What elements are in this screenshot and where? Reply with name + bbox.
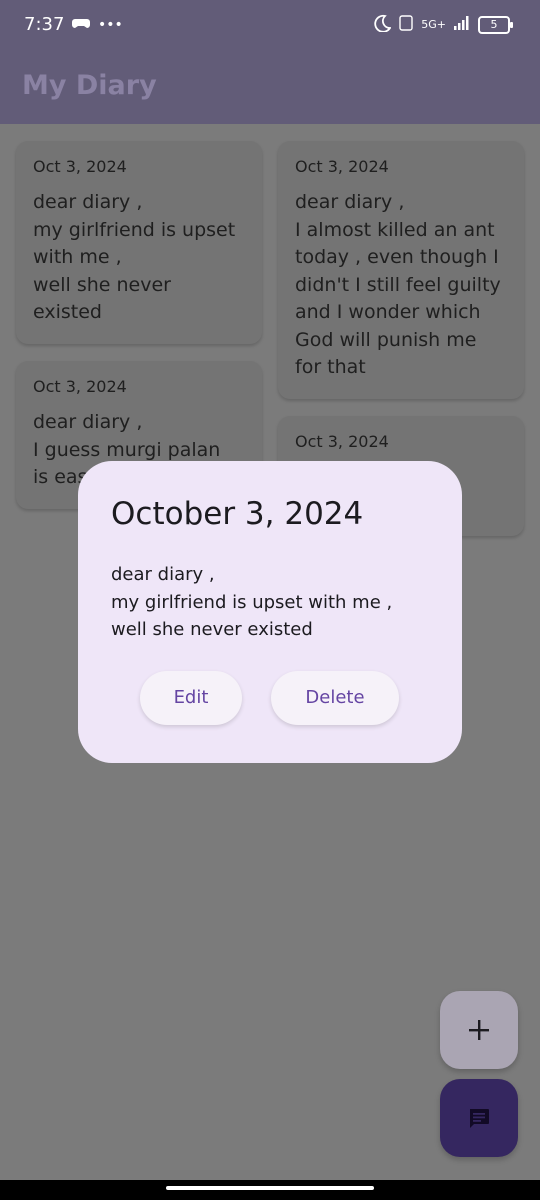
app-bar: My Diary [0, 52, 540, 124]
battery-icon: 5 [478, 15, 513, 34]
chat-button[interactable] [440, 1079, 518, 1157]
navigation-bar [0, 1180, 540, 1200]
entry-body: dear diary , my girlfriend is upset with… [33, 191, 236, 323]
diary-entry-card[interactable]: Oct 3, 2024 dear diary , I almost killed… [278, 141, 524, 399]
signal-icon [454, 16, 470, 33]
status-notification-icons: ••• [72, 16, 123, 34]
game-controller-icon [72, 16, 90, 34]
volte-icon [399, 15, 413, 34]
status-right-icons: 5G+ 5 [373, 14, 513, 35]
entry-date: Oct 3, 2024 [33, 157, 127, 176]
moon-icon [373, 14, 392, 35]
entry-body: dear diary , I almost killed an ant toda… [295, 191, 501, 378]
dialog-body: dear diary , my girlfriend is upset with… [111, 564, 393, 640]
diary-entry-card[interactable]: Oct 3, 2024 dear diary , my girlfriend i… [16, 141, 262, 344]
delete-button[interactable]: Delete [271, 671, 399, 725]
home-gesture-handle[interactable] [166, 1186, 374, 1190]
entry-date: Oct 3, 2024 [33, 377, 127, 396]
more-notifications-icon: ••• [98, 17, 123, 33]
network-type-label: 5G+ [421, 18, 446, 31]
dialog-title: October 3, 2024 [111, 496, 364, 532]
add-entry-button[interactable] [440, 991, 518, 1069]
edit-button[interactable]: Edit [140, 671, 242, 725]
app-title: My Diary [22, 70, 157, 101]
status-bar: 7:37 ••• 5G+ 5 [0, 0, 540, 52]
entry-date: Oct 3, 2024 [295, 157, 389, 176]
entry-date: Oct 3, 2024 [295, 432, 389, 451]
status-time: 7:37 [24, 14, 65, 35]
entry-detail-dialog: October 3, 2024 dear diary , my girlfrie… [78, 461, 462, 763]
